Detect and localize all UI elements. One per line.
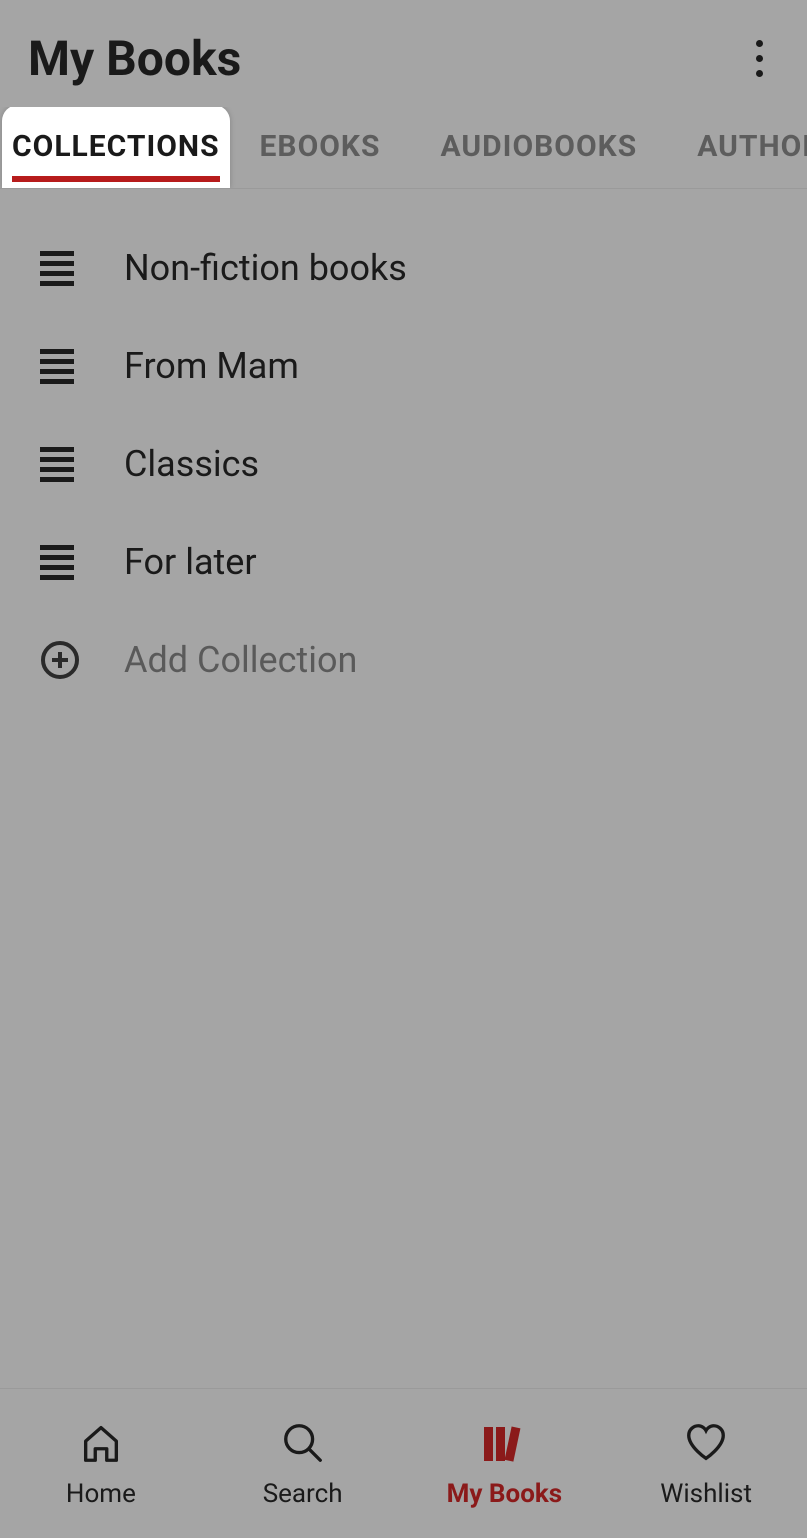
tab-collections[interactable]: COLLECTIONS	[2, 107, 230, 188]
nav-home[interactable]: Home	[0, 1419, 202, 1509]
collection-item[interactable]: Non-fiction books	[0, 219, 807, 317]
add-collection-label: Add Collection	[124, 639, 357, 681]
tab-ebooks[interactable]: EBOOKS	[230, 107, 411, 188]
nav-search[interactable]: Search	[202, 1419, 404, 1509]
list-lines-icon	[40, 346, 80, 386]
heart-icon	[683, 1419, 729, 1467]
add-circle-icon	[40, 640, 80, 680]
tab-label: EBOOKS	[260, 129, 381, 164]
list-lines-icon	[40, 542, 80, 582]
collection-item[interactable]: Classics	[0, 415, 807, 513]
bottom-nav: Home Search My Books Wishlist	[0, 1388, 807, 1538]
tab-label: AUDIOBOOKS	[440, 129, 637, 164]
list-lines-icon	[40, 248, 80, 288]
collection-label: Classics	[124, 443, 259, 485]
nav-wishlist[interactable]: Wishlist	[605, 1419, 807, 1509]
nav-label: Wishlist	[660, 1479, 752, 1509]
books-icon	[478, 1419, 530, 1467]
page-title: My Books	[28, 30, 241, 87]
nav-label: My Books	[447, 1479, 563, 1509]
tabs-bar: COLLECTIONS EBOOKS AUDIOBOOKS AUTHORS	[0, 107, 807, 189]
collection-item[interactable]: For later	[0, 513, 807, 611]
tab-authors[interactable]: AUTHORS	[667, 107, 807, 188]
nav-label: Home	[66, 1479, 136, 1509]
header: My Books	[0, 0, 807, 107]
nav-label: Search	[263, 1479, 343, 1509]
tab-label: AUTHORS	[697, 129, 807, 164]
search-icon	[280, 1419, 326, 1467]
collection-label: For later	[124, 541, 257, 583]
tab-audiobooks[interactable]: AUDIOBOOKS	[410, 107, 667, 188]
add-collection-button[interactable]: Add Collection	[0, 611, 807, 709]
nav-my-books[interactable]: My Books	[404, 1419, 606, 1509]
collection-label: Non-fiction books	[124, 247, 407, 289]
list-lines-icon	[40, 444, 80, 484]
collection-item[interactable]: From Mam	[0, 317, 807, 415]
home-icon	[78, 1419, 124, 1467]
collections-list: Non-fiction books From Mam Classics For …	[0, 189, 807, 709]
tab-label: COLLECTIONS	[12, 129, 220, 164]
more-options-icon[interactable]	[739, 39, 779, 79]
collection-label: From Mam	[124, 345, 299, 387]
